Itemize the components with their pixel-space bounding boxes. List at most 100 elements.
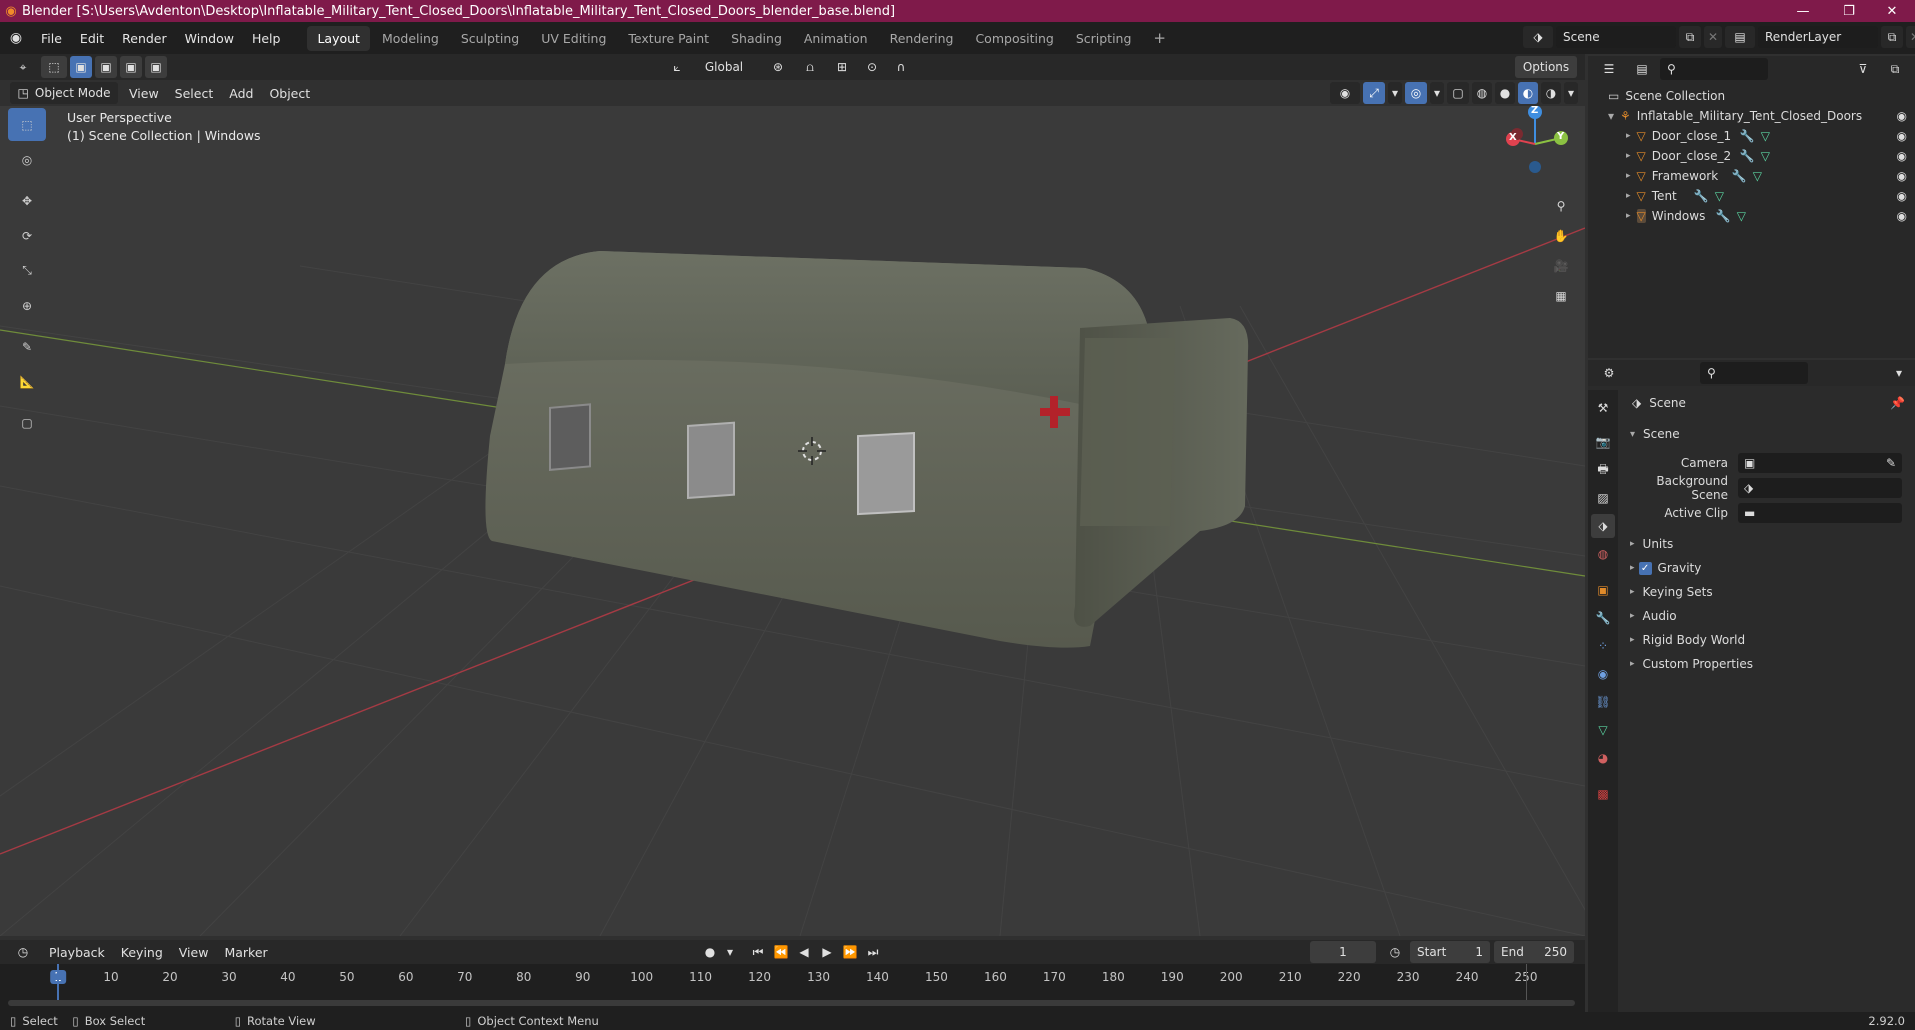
physics-tab-icon[interactable]: ◉ <box>1591 662 1615 686</box>
proportional-edit-icon[interactable]: ⊙ <box>861 56 883 78</box>
pan-hand-icon[interactable]: ✋ <box>1547 222 1575 250</box>
view-layer-tab-icon[interactable]: ▨ <box>1591 486 1615 510</box>
prev-keyframe-icon[interactable]: ⏪ <box>771 941 791 963</box>
panel-collapse-icon[interactable]: ▾ <box>1630 429 1635 440</box>
jump-end-icon[interactable]: ⏭ <box>863 941 883 963</box>
gizmo-dropdown-icon[interactable]: ▾ <box>1388 82 1402 104</box>
zoom-icon[interactable]: ⚲ <box>1547 192 1575 220</box>
minimize-icon[interactable]: — <box>1780 0 1826 22</box>
camera-field[interactable]: ▣ ✎ <box>1738 453 1902 473</box>
menu-file[interactable]: File <box>32 31 71 46</box>
expand-arrow-icon[interactable]: ▸ <box>1626 151 1631 161</box>
constraints-tab-icon[interactable]: ⛓ <box>1591 690 1615 714</box>
tab-layout[interactable]: Layout <box>307 25 370 51</box>
menu-timeline-view[interactable]: View <box>171 945 217 960</box>
add-workspace-icon[interactable]: + <box>1143 24 1176 52</box>
rendered-shading-icon[interactable]: ◑ <box>1541 82 1561 104</box>
tab-modeling[interactable]: Modeling <box>372 26 449 51</box>
new-collection-icon[interactable]: ⧉ <box>1884 58 1906 80</box>
editor-type-icon[interactable]: ⌖ <box>8 56 38 78</box>
particles-tab-icon[interactable]: ⁘ <box>1591 634 1615 658</box>
tab-scripting[interactable]: Scripting <box>1066 26 1142 51</box>
visibility-eye-icon[interactable]: ◉ <box>1897 149 1907 163</box>
outliner-search-field[interactable]: ⚲ <box>1660 58 1768 80</box>
visibility-eye-icon[interactable]: ◉ <box>1897 189 1907 203</box>
outliner-object-row[interactable]: ▸ ▽ Framework 🔧 ▽ ◉ <box>1588 166 1915 186</box>
next-keyframe-icon[interactable]: ⏩ <box>840 941 860 963</box>
scene-type-icon[interactable]: ⬗ <box>1523 26 1553 48</box>
tab-compositing[interactable]: Compositing <box>965 26 1063 51</box>
tab-texture-paint[interactable]: Texture Paint <box>618 26 719 51</box>
snap-icon[interactable]: ⩍ <box>797 56 823 78</box>
panel-expand-icon[interactable]: ▸ <box>1630 611 1635 621</box>
measure-tool-icon[interactable]: 📐 <box>8 365 46 398</box>
properties-editor-type-icon[interactable]: ⚙ <box>1594 362 1624 384</box>
outliner-collection-row[interactable]: ▾ ⚘ Inflatable_Military_Tent_Closed_Door… <box>1588 106 1915 126</box>
shading-dropdown-icon[interactable]: ▾ <box>1564 82 1578 104</box>
mode-selector[interactable]: ◳ Object Mode <box>10 82 118 104</box>
outliner-object-row[interactable]: ▸ ▽ Door_close_2 🔧 ▽ ◉ <box>1588 146 1915 166</box>
output-tab-icon[interactable]: 🖶 <box>1591 458 1615 482</box>
visibility-eye-icon[interactable]: ◉ <box>1897 129 1907 143</box>
delete-scene-icon[interactable]: ✕ <box>1704 26 1722 48</box>
start-frame-field[interactable]: Start 1 <box>1410 941 1490 963</box>
texture-tab-icon[interactable]: ▩ <box>1591 782 1615 806</box>
move-tool-icon[interactable]: ✥ <box>8 184 46 217</box>
cursor-tool-icon[interactable]: ◎ <box>8 143 46 176</box>
units-panel-header[interactable]: ▸ Units <box>1620 533 1915 555</box>
collapse-arrow-icon[interactable]: ▾ <box>1608 109 1614 123</box>
menu-window[interactable]: Window <box>176 31 243 46</box>
timeline-scrollbar[interactable] <box>8 1000 1575 1006</box>
overlays-dropdown-icon[interactable]: ▾ <box>1430 82 1444 104</box>
jump-start-icon[interactable]: ⏮ <box>748 941 768 963</box>
timeline-editor-type-icon[interactable]: ◷ <box>8 941 38 963</box>
menu-object[interactable]: Object <box>261 86 318 101</box>
view-layer-icon[interactable]: ▤ <box>1725 26 1755 48</box>
select-mode-subtract-icon[interactable]: ▣ <box>120 56 142 78</box>
new-scene-icon[interactable]: ⧉ <box>1679 26 1701 48</box>
menu-help[interactable]: Help <box>243 31 290 46</box>
tool-tab-icon[interactable]: ⚒ <box>1591 396 1615 420</box>
end-frame-field[interactable]: End 250 <box>1494 941 1574 963</box>
select-tool-icon[interactable]: ⬚ <box>41 56 67 78</box>
snap-target-icon[interactable]: ⊞ <box>826 56 858 78</box>
audio-panel-header[interactable]: ▸ Audio <box>1620 605 1915 627</box>
transform-orientation-dropdown[interactable]: Global <box>689 56 759 78</box>
play-icon[interactable]: ▶ <box>817 941 837 963</box>
tab-animation[interactable]: Animation <box>794 26 878 51</box>
view-layer-selector[interactable]: RenderLayer <box>1758 26 1878 48</box>
data-tab-icon[interactable]: ▽ <box>1591 718 1615 742</box>
sidebar-toggle-icon[interactable]: ‹ <box>1575 106 1580 110</box>
background-scene-field[interactable]: ⬗ <box>1738 478 1902 498</box>
play-reverse-icon[interactable]: ◀ <box>794 941 814 963</box>
select-mode-extend-icon[interactable]: ▣ <box>95 56 117 78</box>
tab-uv-editing[interactable]: UV Editing <box>531 26 616 51</box>
falloff-icon[interactable]: ∩ <box>886 56 916 78</box>
delete-view-layer-icon[interactable]: ✕ <box>1906 26 1915 48</box>
tab-rendering[interactable]: Rendering <box>880 26 964 51</box>
pin-icon[interactable]: 📌 <box>1890 396 1905 410</box>
active-clip-field[interactable]: ▬ <box>1738 503 1902 523</box>
menu-view[interactable]: View <box>121 86 167 101</box>
show-overlays-icon[interactable]: ◎ <box>1405 82 1427 104</box>
panel-expand-icon[interactable]: ▸ <box>1630 587 1635 597</box>
expand-arrow-icon[interactable]: ▸ <box>1626 191 1631 201</box>
tab-sculpting[interactable]: Sculpting <box>451 26 529 51</box>
tab-shading[interactable]: Shading <box>721 26 792 51</box>
rotate-tool-icon[interactable]: ⟳ <box>8 219 46 252</box>
timeline-scrubber[interactable]: 1102030405060708090100110120130140150160… <box>0 964 1585 1012</box>
keying-sets-panel-header[interactable]: ▸ Keying Sets <box>1620 581 1915 603</box>
menu-render[interactable]: Render <box>113 31 176 46</box>
render-tab-icon[interactable]: 📷 <box>1591 430 1615 454</box>
material-shading-icon[interactable]: ◐ <box>1518 82 1538 104</box>
menu-playback[interactable]: Playback <box>41 945 113 960</box>
camera-view-icon[interactable]: 🎥 <box>1547 252 1575 280</box>
visibility-eye-icon[interactable]: ◉ <box>1897 209 1907 223</box>
visibility-eye-icon[interactable]: ◉ <box>1897 169 1907 183</box>
outliner-object-row[interactable]: ▸ ▽ Door_close_1 🔧 ▽ ◉ <box>1588 126 1915 146</box>
3d-viewport[interactable]: User Perspective (1) Scene Collection | … <box>0 106 1585 936</box>
expand-arrow-icon[interactable]: ▸ <box>1626 131 1631 141</box>
show-gizmo-icon[interactable]: ⤢ <box>1363 82 1385 104</box>
record-icon[interactable]: ● <box>700 941 720 963</box>
wireframe-shading-icon[interactable]: ◍ <box>1472 82 1492 104</box>
